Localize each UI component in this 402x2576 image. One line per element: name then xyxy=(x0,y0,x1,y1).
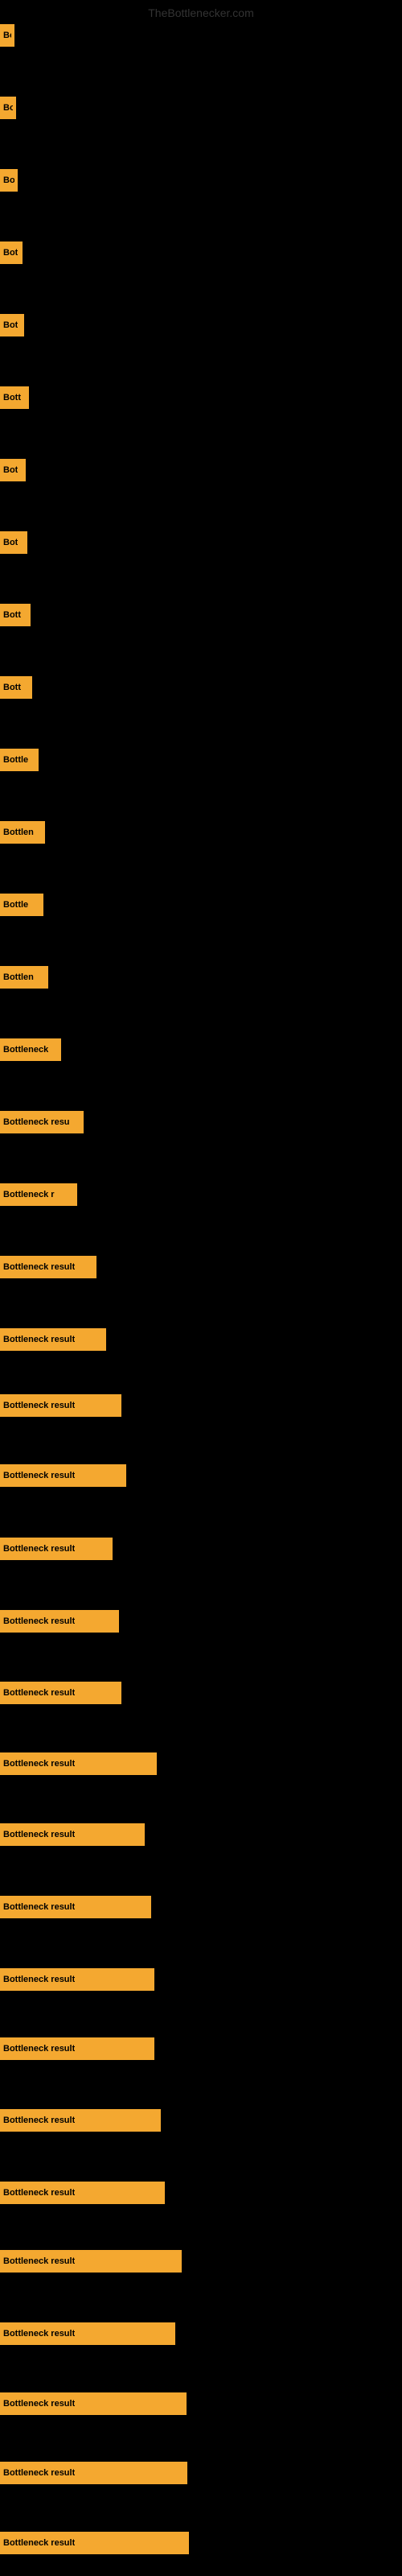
bar-label: Bottleneck result xyxy=(3,2044,75,2054)
bar-label: Bottlen xyxy=(3,828,34,837)
bar-item: Bo xyxy=(0,169,18,192)
bar-label: Bottle xyxy=(3,900,28,910)
bar-label: Bottleneck result xyxy=(3,2399,75,2409)
bar-label: Bottleneck result xyxy=(3,1401,75,1410)
bar-label: Bottleneck result xyxy=(3,1335,75,1344)
bar-item: Bottleneck result xyxy=(0,2182,165,2204)
bar-label: Bottlen xyxy=(3,972,34,982)
bar-item: Bottleneck result xyxy=(0,1394,121,1417)
bar-label: Bottleneck result xyxy=(3,1616,75,1626)
bar-item: Bot xyxy=(0,459,26,481)
bar-label: Bottleneck result xyxy=(3,1902,75,1912)
bar-item: Bot xyxy=(0,531,27,554)
bar-label: Bottleneck result xyxy=(3,1471,75,1480)
bar-label: Bott xyxy=(3,683,21,692)
bar-label: Bottleneck result xyxy=(3,2188,75,2198)
bar-item: Bottleneck result xyxy=(0,2250,182,2273)
bar-item: Bottleneck result xyxy=(0,1682,121,1704)
bar-item: Bottlen xyxy=(0,966,48,989)
bar-item: Bottleneck resu xyxy=(0,1111,84,1133)
bar-item: Bottleneck r xyxy=(0,1183,77,1206)
bar-item: Bottlen xyxy=(0,821,45,844)
bar-item: Bottleneck result xyxy=(0,2532,189,2554)
bar-item: Bot xyxy=(0,242,23,264)
bar-item: Bottleneck result xyxy=(0,1896,151,1918)
bar-item: Bo xyxy=(0,24,14,47)
bar-item: Bottleneck result xyxy=(0,2109,161,2132)
bar-item: Bott xyxy=(0,386,29,409)
bar-label: Bottleneck resu xyxy=(3,1117,70,1127)
bar-label: Bottleneck result xyxy=(3,1262,75,1272)
bar-item: Bottleneck result xyxy=(0,2392,187,2415)
bar-label: Bo xyxy=(3,103,13,113)
bar-item: Bottleneck result xyxy=(0,1464,126,1487)
bar-item: Bottleneck result xyxy=(0,2037,154,2060)
bar-label: Bottleneck result xyxy=(3,2468,75,2478)
bar-item: Bot xyxy=(0,314,24,336)
bar-item: Bo xyxy=(0,97,16,119)
bar-label: Bot xyxy=(3,538,18,547)
bar-label: Bottleneck result xyxy=(3,1688,75,1698)
bar-label: Bottleneck result xyxy=(3,2256,75,2266)
bar-item: Bottleneck result xyxy=(0,2462,187,2484)
bar-item: Bottle xyxy=(0,894,43,916)
bar-item: Bott xyxy=(0,676,32,699)
bar-item: Bott xyxy=(0,604,31,626)
bar-label: Bot xyxy=(3,320,18,330)
bar-label: Bottleneck result xyxy=(3,2116,75,2125)
bar-item: Bottleneck result xyxy=(0,1328,106,1351)
bar-item: Bottleneck result xyxy=(0,2322,175,2345)
bar-item: Bottleneck result xyxy=(0,1823,145,1846)
bar-label: Bott xyxy=(3,393,21,402)
bar-item: Bottleneck result xyxy=(0,1968,154,1991)
bar-label: Bo xyxy=(3,175,14,185)
bar-label: Bottleneck result xyxy=(3,2329,75,2339)
bar-item: Bottleneck xyxy=(0,1038,61,1061)
bar-label: Bottleneck xyxy=(3,1045,48,1055)
bar-label: Bott xyxy=(3,610,21,620)
bar-label: Bottleneck r xyxy=(3,1190,55,1199)
bar-label: Bo xyxy=(3,31,11,40)
site-title: TheBottlenecker.com xyxy=(148,6,254,19)
bar-label: Bottleneck result xyxy=(3,2538,75,2548)
bar-label: Bottleneck result xyxy=(3,1830,75,1839)
bar-item: Bottleneck result xyxy=(0,1256,96,1278)
bar-label: Bot xyxy=(3,465,18,475)
bar-label: Bot xyxy=(3,248,18,258)
bar-item: Bottle xyxy=(0,749,39,771)
bar-label: Bottleneck result xyxy=(3,1759,75,1769)
bar-item: Bottleneck result xyxy=(0,1752,157,1775)
bar-label: Bottleneck result xyxy=(3,1975,75,1984)
bar-label: Bottle xyxy=(3,755,28,765)
bar-label: Bottleneck result xyxy=(3,1544,75,1554)
bar-item: Bottleneck result xyxy=(0,1610,119,1633)
bar-item: Bottleneck result xyxy=(0,1538,113,1560)
